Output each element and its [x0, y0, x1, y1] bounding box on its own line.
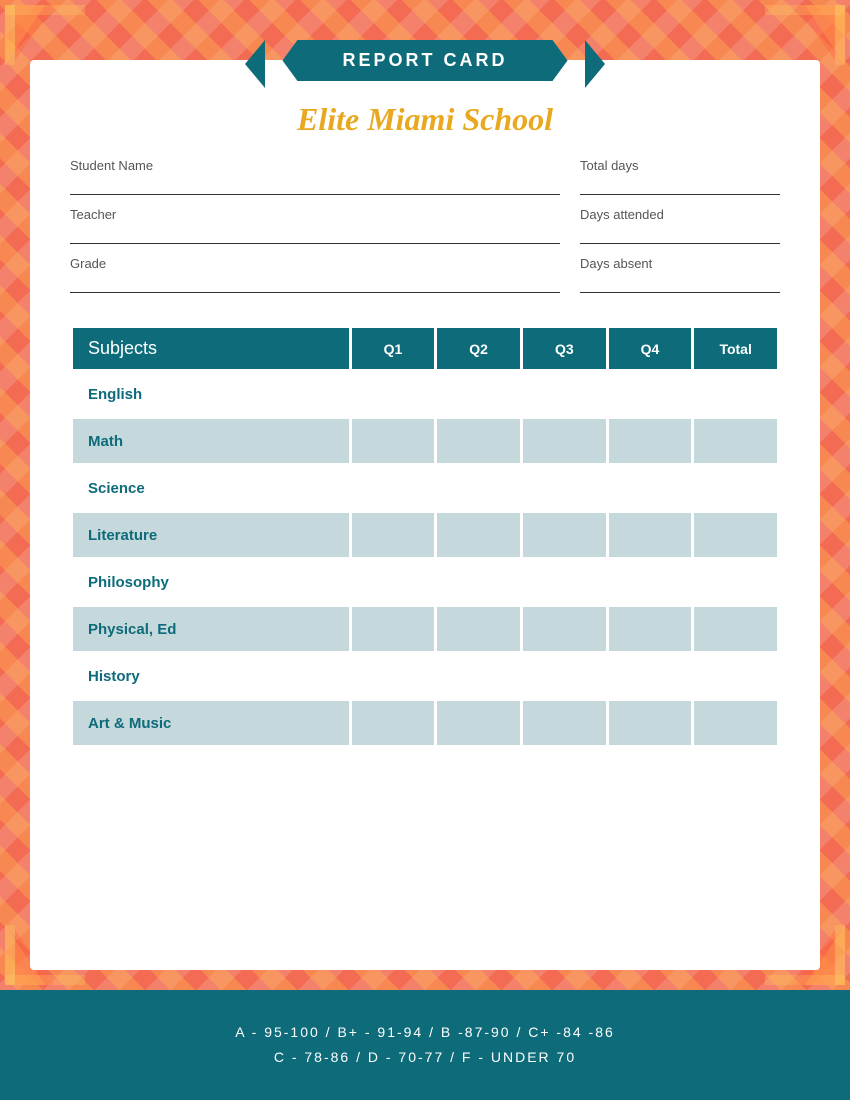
- info-right: Total days Days attended Days absent: [580, 158, 780, 305]
- col-header-q1: Q1: [352, 328, 435, 369]
- score-q3: [523, 607, 606, 651]
- score-q4: [609, 419, 692, 463]
- score-total: [694, 654, 777, 698]
- table-row: Math: [73, 419, 777, 463]
- col-header-total: Total: [694, 328, 777, 369]
- teacher-label: Teacher: [70, 207, 560, 222]
- subject-cell-history: History: [73, 654, 349, 698]
- score-q4: [609, 513, 692, 557]
- banner: REPORT CARD: [282, 40, 567, 81]
- table-row: Literature: [73, 513, 777, 557]
- subject-cell-artmusic: Art & Music: [73, 701, 349, 745]
- score-q4: [609, 607, 692, 651]
- score-q2: [437, 560, 520, 604]
- table-row: Art & Music: [73, 701, 777, 745]
- score-q3: [523, 701, 606, 745]
- subject-cell-literature: Literature: [73, 513, 349, 557]
- footer-bar: A - 95-100 / B+ - 91-94 / B -87-90 / C+ …: [0, 990, 850, 1100]
- score-q1: [352, 701, 435, 745]
- banner-section: REPORT CARD: [70, 60, 780, 101]
- days-absent-line: [580, 275, 780, 293]
- score-q4: [609, 654, 692, 698]
- score-q2: [437, 372, 520, 416]
- score-q4: [609, 701, 692, 745]
- score-q2: [437, 607, 520, 651]
- school-name: Elite Miami School: [70, 101, 780, 138]
- score-q2: [437, 466, 520, 510]
- grade-field: Grade: [70, 256, 560, 293]
- grade-line: [70, 275, 560, 293]
- days-attended-label: Days attended: [580, 207, 780, 222]
- table-row: Philosophy: [73, 560, 777, 604]
- score-q2: [437, 513, 520, 557]
- subject-cell-philosophy: Philosophy: [73, 560, 349, 604]
- ribbon-left: [245, 40, 265, 88]
- score-total: [694, 607, 777, 651]
- table-row: History: [73, 654, 777, 698]
- score-q3: [523, 466, 606, 510]
- grade-table: Subjects Q1 Q2 Q3 Q4 Total EnglishMathSc…: [70, 325, 780, 748]
- teacher-line: [70, 226, 560, 244]
- total-days-field: Total days: [580, 158, 780, 195]
- footer-line1: A - 95-100 / B+ - 91-94 / B -87-90 / C+ …: [235, 1020, 615, 1045]
- score-total: [694, 466, 777, 510]
- table-row: English: [73, 372, 777, 416]
- info-section: Student Name Teacher Grade Total days Da…: [70, 158, 780, 305]
- days-absent-label: Days absent: [580, 256, 780, 271]
- corner-decoration-tl: [5, 5, 85, 65]
- score-q1: [352, 466, 435, 510]
- score-q3: [523, 513, 606, 557]
- subject-cell-english: English: [73, 372, 349, 416]
- score-q2: [437, 419, 520, 463]
- score-q4: [609, 560, 692, 604]
- days-attended-line: [580, 226, 780, 244]
- footer-line2: C - 78-86 / D - 70-77 / F - UNDER 70: [274, 1045, 576, 1070]
- student-name-label: Student Name: [70, 158, 560, 173]
- table-row: Physical, Ed: [73, 607, 777, 651]
- score-q1: [352, 607, 435, 651]
- subject-cell-math: Math: [73, 419, 349, 463]
- score-q1: [352, 419, 435, 463]
- days-attended-field: Days attended: [580, 207, 780, 244]
- score-q1: [352, 560, 435, 604]
- col-header-subjects: Subjects: [73, 328, 349, 369]
- score-q4: [609, 466, 692, 510]
- score-total: [694, 372, 777, 416]
- score-q3: [523, 419, 606, 463]
- score-q2: [437, 654, 520, 698]
- days-absent-field: Days absent: [580, 256, 780, 293]
- corner-decoration-tr: [765, 5, 845, 65]
- grade-table-body: EnglishMathScienceLiteraturePhilosophyPh…: [73, 372, 777, 745]
- col-header-q4: Q4: [609, 328, 692, 369]
- score-total: [694, 419, 777, 463]
- subject-cell-physicaled: Physical, Ed: [73, 607, 349, 651]
- score-q4: [609, 372, 692, 416]
- score-q1: [352, 654, 435, 698]
- col-header-q3: Q3: [523, 328, 606, 369]
- score-q3: [523, 560, 606, 604]
- info-left: Student Name Teacher Grade: [70, 158, 580, 305]
- score-q1: [352, 372, 435, 416]
- student-name-field: Student Name: [70, 158, 560, 195]
- grade-label: Grade: [70, 256, 560, 271]
- col-header-q2: Q2: [437, 328, 520, 369]
- score-q3: [523, 372, 606, 416]
- score-q2: [437, 701, 520, 745]
- score-total: [694, 513, 777, 557]
- table-row: Science: [73, 466, 777, 510]
- banner-text: REPORT CARD: [342, 50, 507, 70]
- score-total: [694, 560, 777, 604]
- total-days-label: Total days: [580, 158, 780, 173]
- table-header-row: Subjects Q1 Q2 Q3 Q4 Total: [73, 328, 777, 369]
- ribbon-right: [585, 40, 605, 88]
- score-q1: [352, 513, 435, 557]
- score-total: [694, 701, 777, 745]
- subject-cell-science: Science: [73, 466, 349, 510]
- main-card: REPORT CARD Elite Miami School Student N…: [30, 60, 820, 970]
- student-name-line: [70, 177, 560, 195]
- score-q3: [523, 654, 606, 698]
- total-days-line: [580, 177, 780, 195]
- teacher-field: Teacher: [70, 207, 560, 244]
